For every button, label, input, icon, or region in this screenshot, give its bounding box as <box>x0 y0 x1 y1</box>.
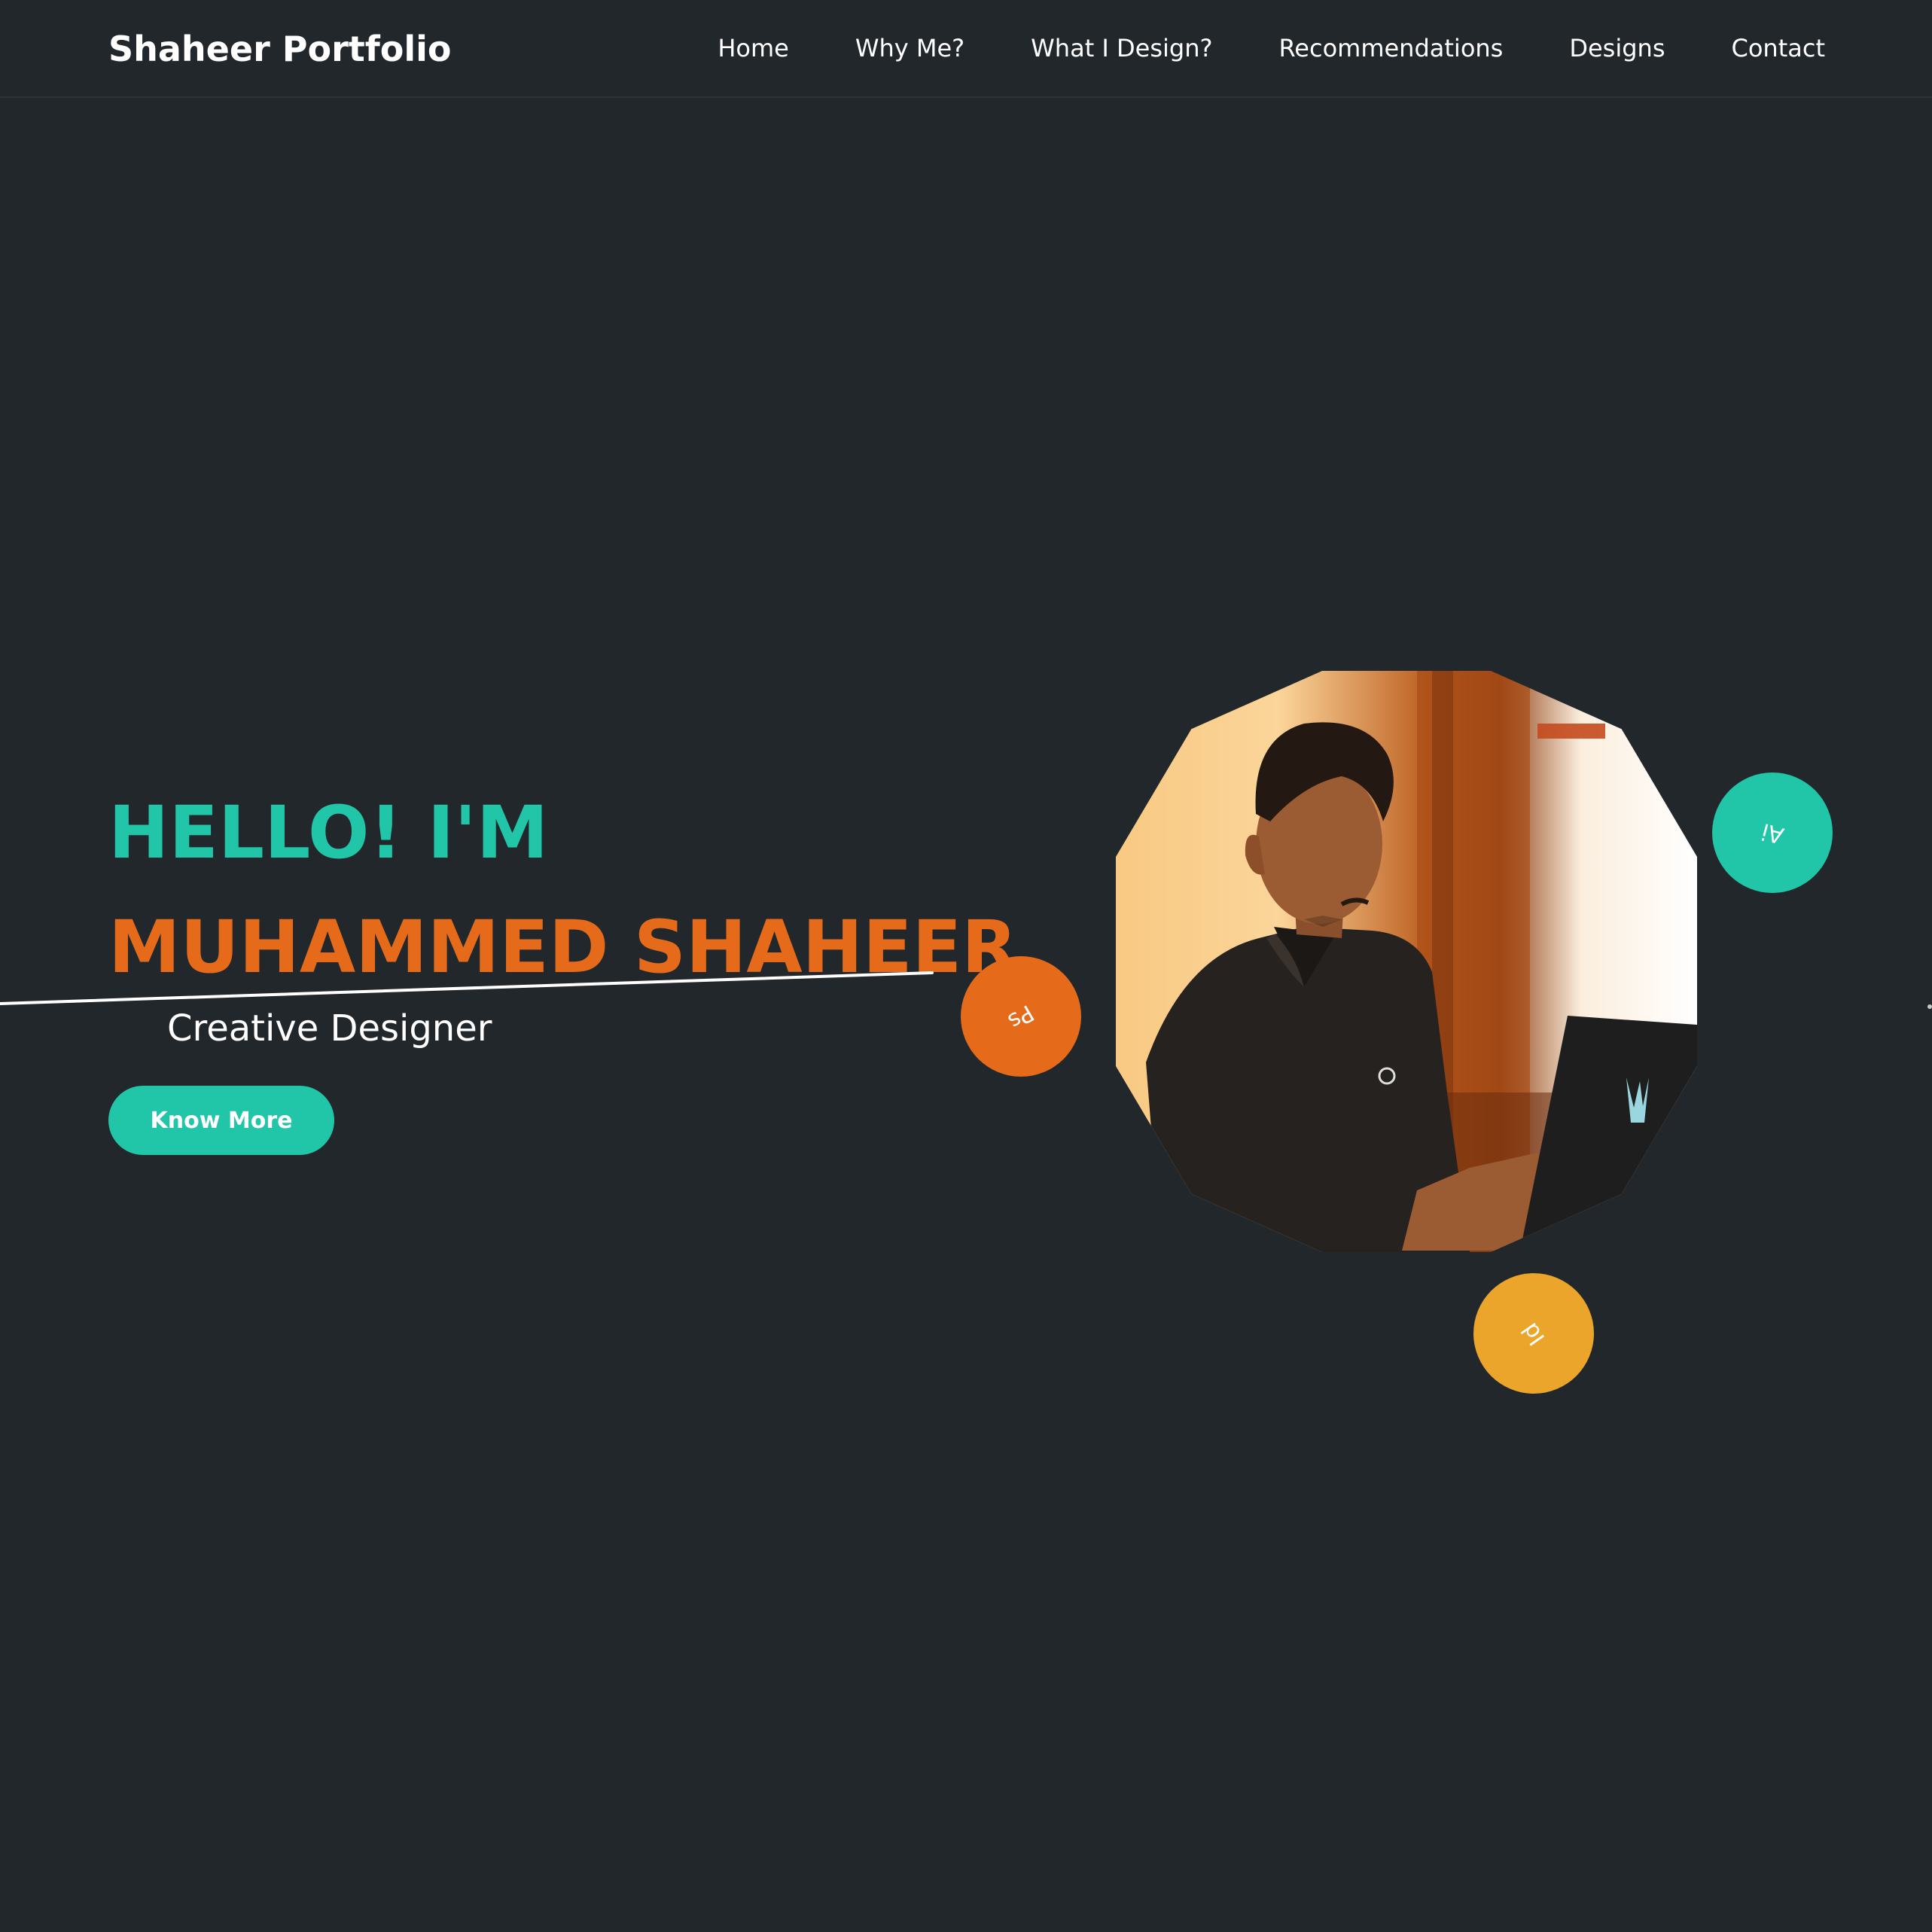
portrait-illustration-icon <box>1146 671 1697 1252</box>
nav-link-what-i-design[interactable]: What I Design? <box>1031 29 1212 68</box>
nav-link-contact[interactable]: Contact <box>1732 29 1826 68</box>
illustrator-badge-label: Ai <box>1758 817 1787 849</box>
brand-logo[interactable]: Shaheer Portfolio <box>108 26 452 72</box>
profile-photo <box>1116 671 1697 1252</box>
nav-link-home[interactable]: Home <box>718 29 789 68</box>
nav-link-why-me[interactable]: Why Me? <box>855 29 964 68</box>
illustrator-badge: Ai <box>1712 772 1833 893</box>
hero-greeting: HELLO! I'M <box>108 791 549 875</box>
hero-role: Creative Designer <box>167 1007 492 1050</box>
nav-link-designs[interactable]: Designs <box>1569 29 1665 68</box>
know-more-button[interactable]: Know More <box>108 1086 334 1155</box>
indesign-badge: Id <box>1473 1273 1594 1394</box>
edge-decoration <box>1927 1004 1932 1009</box>
navbar: Shaheer Portfolio Home Why Me? What I De… <box>0 0 1932 98</box>
underline-swoosh-icon <box>0 971 934 1005</box>
photoshop-badge: Ps <box>961 956 1081 1077</box>
photoshop-badge-label: Ps <box>1003 998 1039 1035</box>
indesign-badge-label: Id <box>1516 1317 1551 1350</box>
nav-link-recommendations[interactable]: Recommendations <box>1278 29 1503 68</box>
nav-menu: Home Why Me? What I Design? Recommendati… <box>718 29 1825 68</box>
